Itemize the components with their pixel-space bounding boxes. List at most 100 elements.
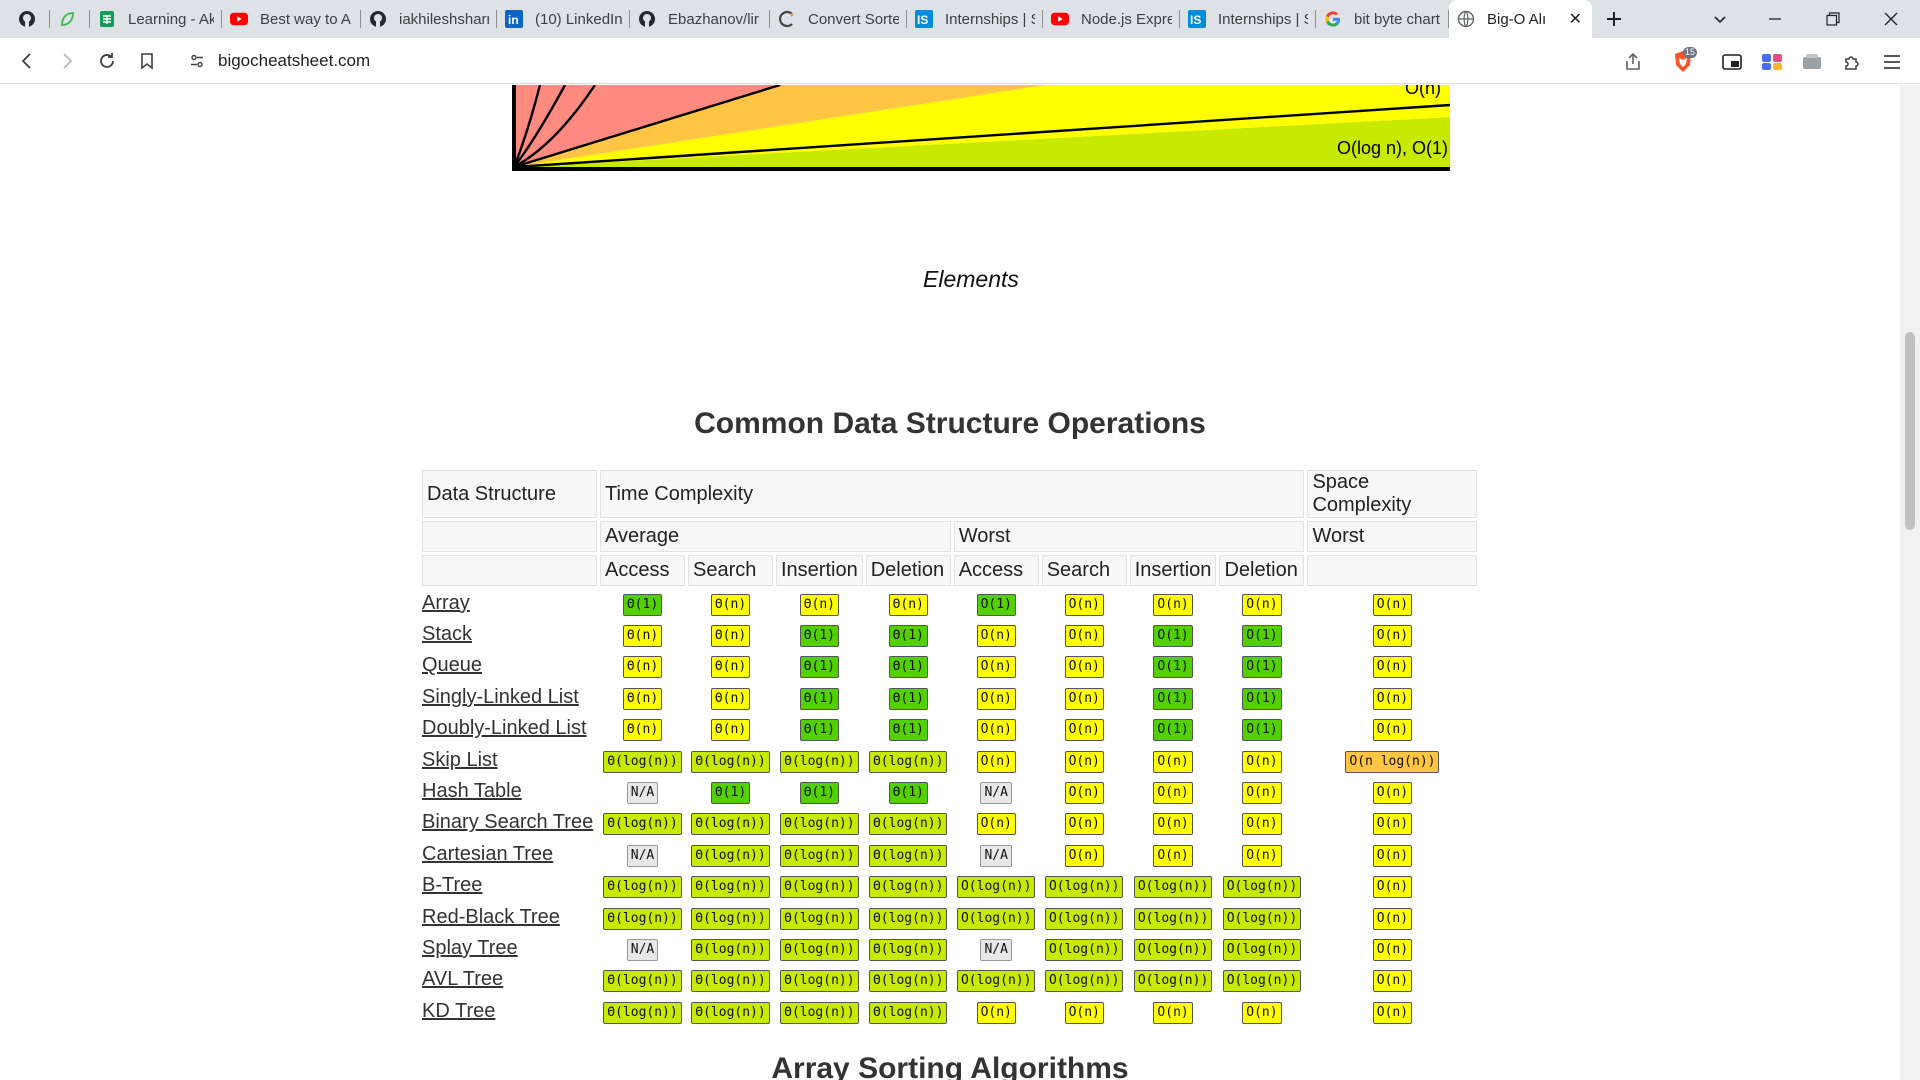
cell-worst-deletion: O(1) [1219, 620, 1304, 648]
github-icon [369, 10, 387, 28]
complexity-badge: O(n) [1242, 782, 1282, 805]
tab-title: Internships | S [945, 10, 1035, 28]
close-tab-icon[interactable]: ✕ [1569, 9, 1582, 29]
leaf-icon [58, 10, 76, 28]
complexity-badge: O(n) [1372, 687, 1413, 710]
data-structure-link[interactable]: Doubly-Linked List [422, 717, 587, 739]
data-structure-link[interactable]: Splay Tree [422, 937, 518, 959]
browser-tab[interactable]: Ebazhanov/lir [630, 0, 770, 38]
browser-tab[interactable]: Learning - Ak [90, 0, 222, 38]
address-bar[interactable]: bigocheatsheet.com [175, 44, 1655, 78]
data-structure-link[interactable]: Queue [422, 654, 482, 676]
complexity-badge: O(1) [1242, 656, 1282, 679]
globe-icon [1457, 10, 1475, 28]
extension-button[interactable] [1760, 50, 1784, 74]
cell-avg-insertion: Θ(1) [776, 620, 863, 648]
browser-tab[interactable]: iakhileshsharr [361, 0, 497, 38]
cell-avg-insertion: Θ(log(n)) [776, 997, 863, 1025]
complexity-badge: O(n) [1372, 625, 1413, 648]
data-structure-link[interactable]: B-Tree [422, 874, 482, 896]
complexity-badge: Θ(n) [710, 656, 751, 679]
menu-button[interactable] [1880, 50, 1904, 74]
cell-avg-insertion: Θ(1) [776, 715, 863, 743]
pip-icon [1722, 54, 1742, 70]
data-structure-link[interactable]: AVL Tree [422, 968, 503, 990]
complexity-badge: Θ(n) [710, 625, 751, 648]
cell-worst-insertion: O(1) [1130, 683, 1217, 711]
back-button[interactable] [12, 46, 42, 76]
table-row: Stack Θ(n) Θ(n) Θ(1) Θ(1) O(n) O(n) O(1) O(1) O(n… [422, 620, 1477, 648]
browser-tab[interactable]: Node.js Expre [1043, 0, 1180, 38]
close-window-button[interactable] [1876, 0, 1906, 38]
complexity-badge: O(n) [1153, 1001, 1193, 1024]
data-structure-link[interactable]: Cartesian Tree [422, 843, 553, 865]
scrollbar-thumb[interactable] [1905, 332, 1915, 530]
col-header-avg-access: Access [600, 555, 685, 586]
data-structure-link[interactable]: Skip List [422, 749, 498, 771]
cell-worst-insertion: O(log(n)) [1130, 903, 1217, 931]
minimize-button[interactable] [1760, 0, 1790, 38]
extensions-menu-button[interactable] [1840, 50, 1864, 74]
data-structure-link[interactable]: Array [422, 592, 470, 614]
complexity-badge: N/A [626, 782, 659, 805]
cell-avg-search: Θ(n) [688, 683, 773, 711]
cell-avg-search: Θ(log(n)) [688, 809, 773, 837]
complexity-badge: O(n) [1064, 782, 1104, 805]
data-structure-link[interactable]: Singly-Linked List [422, 686, 579, 708]
complexity-badge: O(1) [1242, 625, 1282, 648]
browser-tab[interactable]: Best way to A [222, 0, 361, 38]
cell-worst-deletion: O(n) [1219, 746, 1304, 774]
page-scrollbar[interactable] [1900, 85, 1920, 1080]
cell-worst-insertion: O(1) [1130, 652, 1217, 680]
wallet-button[interactable] [1800, 50, 1824, 74]
col-header-avg-deletion: Deletion [865, 555, 951, 586]
restore-button[interactable] [1818, 0, 1848, 38]
brave-shields-button[interactable]: 15 [1671, 47, 1698, 74]
cell-worst-insertion: O(1) [1130, 620, 1217, 648]
data-structure-cell: AVL Tree [422, 966, 597, 994]
complexity-badge: Θ(log(n)) [603, 1001, 682, 1024]
complexity-badge: N/A [626, 844, 659, 867]
cell-avg-deletion: Θ(log(n)) [866, 872, 951, 900]
cell-avg-insertion: Θ(1) [776, 683, 863, 711]
complexity-badge: O(n) [1242, 813, 1282, 836]
browser-tab[interactable] [10, 0, 50, 38]
col-header-worst-access: Access [953, 555, 1039, 586]
browser-tab[interactable]: bit byte chart [1316, 0, 1449, 38]
data-structure-link[interactable]: Red-Black Tree [422, 906, 560, 928]
cell-worst-access: O(n) [954, 809, 1039, 837]
share-button[interactable] [1621, 50, 1645, 74]
hamburger-menu-icon [1884, 55, 1900, 69]
data-structure-link[interactable]: KD Tree [422, 1000, 495, 1022]
cell-avg-deletion: Θ(n) [866, 589, 951, 617]
cell-worst-search: O(n) [1042, 589, 1127, 617]
reload-button[interactable] [92, 46, 122, 76]
complexity-badge: O(log(n)) [1133, 876, 1213, 899]
data-structure-link[interactable]: Binary Search Tree [422, 811, 593, 833]
complexity-badge: Θ(n) [622, 625, 663, 648]
cell-avg-search: Θ(log(n)) [688, 997, 773, 1025]
complexity-badge: O(n) [1153, 813, 1193, 836]
data-structure-cell: B-Tree [422, 872, 597, 900]
complexity-badge: Θ(1) [799, 656, 840, 679]
tab-search-button[interactable] [1706, 0, 1734, 38]
cell-worst-insertion: O(n) [1130, 777, 1217, 805]
browser-tab[interactable] [50, 0, 90, 38]
cell-worst-search: O(n) [1042, 715, 1127, 743]
complexity-badge: Θ(log(n)) [780, 907, 859, 930]
picture-in-picture-button[interactable] [1720, 50, 1744, 74]
browser-tab[interactable]: Convert Sorte [770, 0, 907, 38]
browser-tab[interactable]: in (10) LinkedIn [497, 0, 630, 38]
new-tab-button[interactable] [1600, 0, 1628, 38]
data-structure-link[interactable]: Stack [422, 623, 472, 645]
site-settings-icon[interactable] [189, 53, 205, 69]
cell-worst-deletion: O(1) [1219, 715, 1304, 743]
complexity-badge: O(log(n)) [1222, 876, 1302, 899]
forward-button[interactable] [52, 46, 82, 76]
browser-tab[interactable]: IS Internships | S [1180, 0, 1316, 38]
cell-avg-deletion: Θ(log(n)) [866, 840, 951, 868]
data-structure-link[interactable]: Hash Table [422, 780, 522, 802]
bookmark-button[interactable] [132, 46, 162, 76]
browser-tab[interactable]: Big-O Alı ✕ [1449, 0, 1592, 38]
browser-tab[interactable]: IS Internships | S [907, 0, 1043, 38]
